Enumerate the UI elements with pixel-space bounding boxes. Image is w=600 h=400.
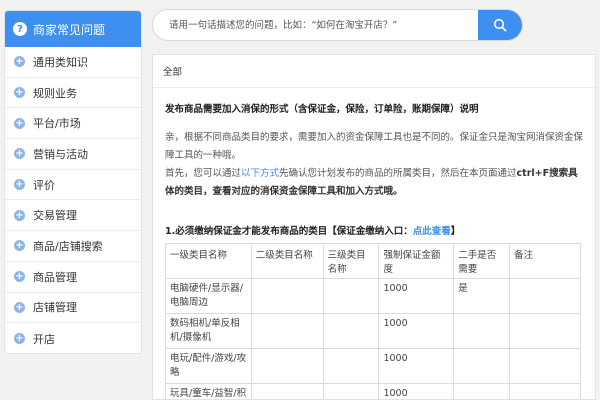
search-bar (152, 9, 523, 41)
sidebar-title: 商家常见问题 (33, 22, 106, 37)
table-cell: 电脑硬件/显示器/电脑周边 (165, 278, 252, 314)
article: 发布商品需要加入消保的形式（含保证金，保险，订单险，账期保障）说明 亲，根据不同… (153, 88, 595, 399)
table-cell: 1000 (378, 313, 455, 349)
plus-icon: + (14, 56, 25, 68)
plus-icon: + (14, 333, 25, 345)
search-input[interactable] (153, 10, 478, 40)
article-title: 发布商品需要加入消保的形式（含保证金，保险，订单险，账期保障）说明 (165, 104, 479, 115)
sidebar-item-marketing[interactable]: + 营销与活动 (5, 139, 141, 170)
table-cell: 是 (453, 278, 511, 314)
sidebar: ? 商家常见问题 + 通用类知识 + 规则业务 + 平台/市场 + 营销与活动 + 评价 … (4, 10, 142, 354)
table-cell (250, 383, 324, 399)
table-header: 二级类目名称 (250, 243, 324, 279)
sidebar-item-search[interactable]: + 商品/店铺搜索 (5, 231, 141, 262)
sidebar-item-label: 店铺管理 (33, 301, 77, 315)
table-cell: 1000 (378, 278, 455, 314)
sidebar-item-rules[interactable]: + 规则业务 (5, 78, 141, 109)
table-cell (250, 278, 324, 314)
plus-icon: + (14, 301, 25, 313)
sidebar-item-general[interactable]: + 通用类知识 (5, 47, 141, 78)
sidebar-item-transactions[interactable]: + 交易管理 (5, 200, 141, 232)
sidebar-item-store[interactable]: + 店铺管理 (5, 293, 141, 324)
category-table: 一级类目名称 二级类目名称 三级类目名称 强制保证金额度 二手是否需要 备注 电… (165, 243, 581, 399)
section-heading-close: 】 (450, 226, 461, 237)
table-header-row: 一级类目名称 二级类目名称 三级类目名称 强制保证金额度 二手是否需要 备注 (165, 243, 581, 279)
table-header: 备注 (509, 243, 581, 279)
table-header: 三级类目名称 (322, 243, 380, 279)
sidebar-item-platform[interactable]: + 平台/市场 (5, 108, 141, 140)
section-heading: 1.必须缴纳保证金才能发布商品的类目【保证金缴纳入口：点此查看】 (165, 223, 583, 237)
table-cell (250, 313, 324, 349)
table-cell (509, 348, 581, 384)
sidebar-item-label: 平台/市场 (33, 117, 81, 131)
sidebar-item-label: 开店 (33, 332, 55, 346)
table-cell: 1000 (378, 348, 455, 384)
table-cell (322, 278, 380, 314)
sidebar-item-products[interactable]: + 商品管理 (5, 262, 141, 293)
table-header: 强制保证金额度 (378, 243, 455, 279)
methods-link[interactable]: 以下方式 (241, 168, 279, 179)
search-icon (493, 18, 507, 32)
table-cell (509, 313, 581, 349)
table-cell (509, 383, 581, 399)
paragraph-text: 先确认您计划发布的商品的所属类目，然后在本页面通过 (279, 168, 517, 179)
plus-icon: + (14, 240, 25, 252)
plus-icon: + (14, 209, 25, 221)
search-button[interactable] (478, 10, 522, 40)
section-heading-text: 1.必须缴纳保证金才能发布商品的类目【保证金缴纳入口： (165, 226, 413, 237)
plus-icon: + (14, 271, 25, 283)
paragraph-text: 首先，您可以通过 (165, 168, 242, 179)
plus-icon: + (14, 117, 25, 129)
plus-icon: + (14, 179, 25, 191)
table-cell (453, 313, 511, 349)
table-row: 电玩/配件/游戏/攻略 1000 (165, 348, 581, 384)
sidebar-item-reviews[interactable]: + 评价 (5, 170, 141, 201)
sidebar-item-label: 营销与活动 (33, 147, 88, 161)
sidebar-item-label: 商品/店铺搜索 (33, 239, 103, 253)
deposit-entry-link[interactable]: 点此查看 (413, 226, 451, 237)
table-cell (250, 348, 324, 384)
table-cell (453, 383, 511, 399)
table-row: 电脑硬件/显示器/电脑周边 1000 是 (165, 278, 581, 314)
article-paragraph-1: 亲，根据不同商品类目的要求，需要加入的资金保障工具也是不同的。保证金只是淘宝网消… (165, 132, 584, 161)
table-header: 二手是否需要 (453, 243, 511, 279)
table-cell: 电玩/配件/游戏/攻略 (165, 348, 252, 384)
sidebar-item-label: 评价 (33, 178, 55, 192)
sidebar-item-label: 通用类知识 (33, 55, 88, 69)
plus-icon: + (14, 148, 25, 160)
sidebar-header: ? 商家常见问题 (5, 11, 141, 47)
plus-icon: + (14, 87, 25, 99)
table-row: 玩具/童车/益智/积木/模型 1000 (165, 383, 581, 399)
sidebar-item-label: 商品管理 (33, 270, 77, 284)
sidebar-item-label: 规则业务 (33, 86, 77, 100)
sidebar-item-open-store[interactable]: + 开店 (5, 323, 141, 353)
table-cell (509, 278, 581, 314)
main-panel: 全部 发布商品需要加入消保的形式（含保证金，保险，订单险，账期保障）说明 亲，根… (152, 54, 596, 400)
table-cell: 玩具/童车/益智/积木/模型 (165, 383, 252, 399)
table-cell: 数码相机/单反相机/摄像机 (165, 313, 252, 349)
breadcrumb[interactable]: 全部 (153, 55, 595, 88)
table-cell (322, 313, 380, 349)
question-icon: ? (13, 22, 27, 36)
table-cell (322, 348, 380, 384)
table-cell: 1000 (378, 383, 455, 399)
table-header: 一级类目名称 (165, 243, 252, 279)
table-cell (453, 348, 511, 384)
sidebar-item-label: 交易管理 (33, 209, 77, 223)
table-cell (322, 383, 380, 399)
table-row: 数码相机/单反相机/摄像机 1000 (165, 313, 581, 349)
article-paragraph-2: 首先，您可以通过以下方式先确认您计划发布的商品的所属类目，然后在本页面通过ctr… (165, 165, 583, 201)
